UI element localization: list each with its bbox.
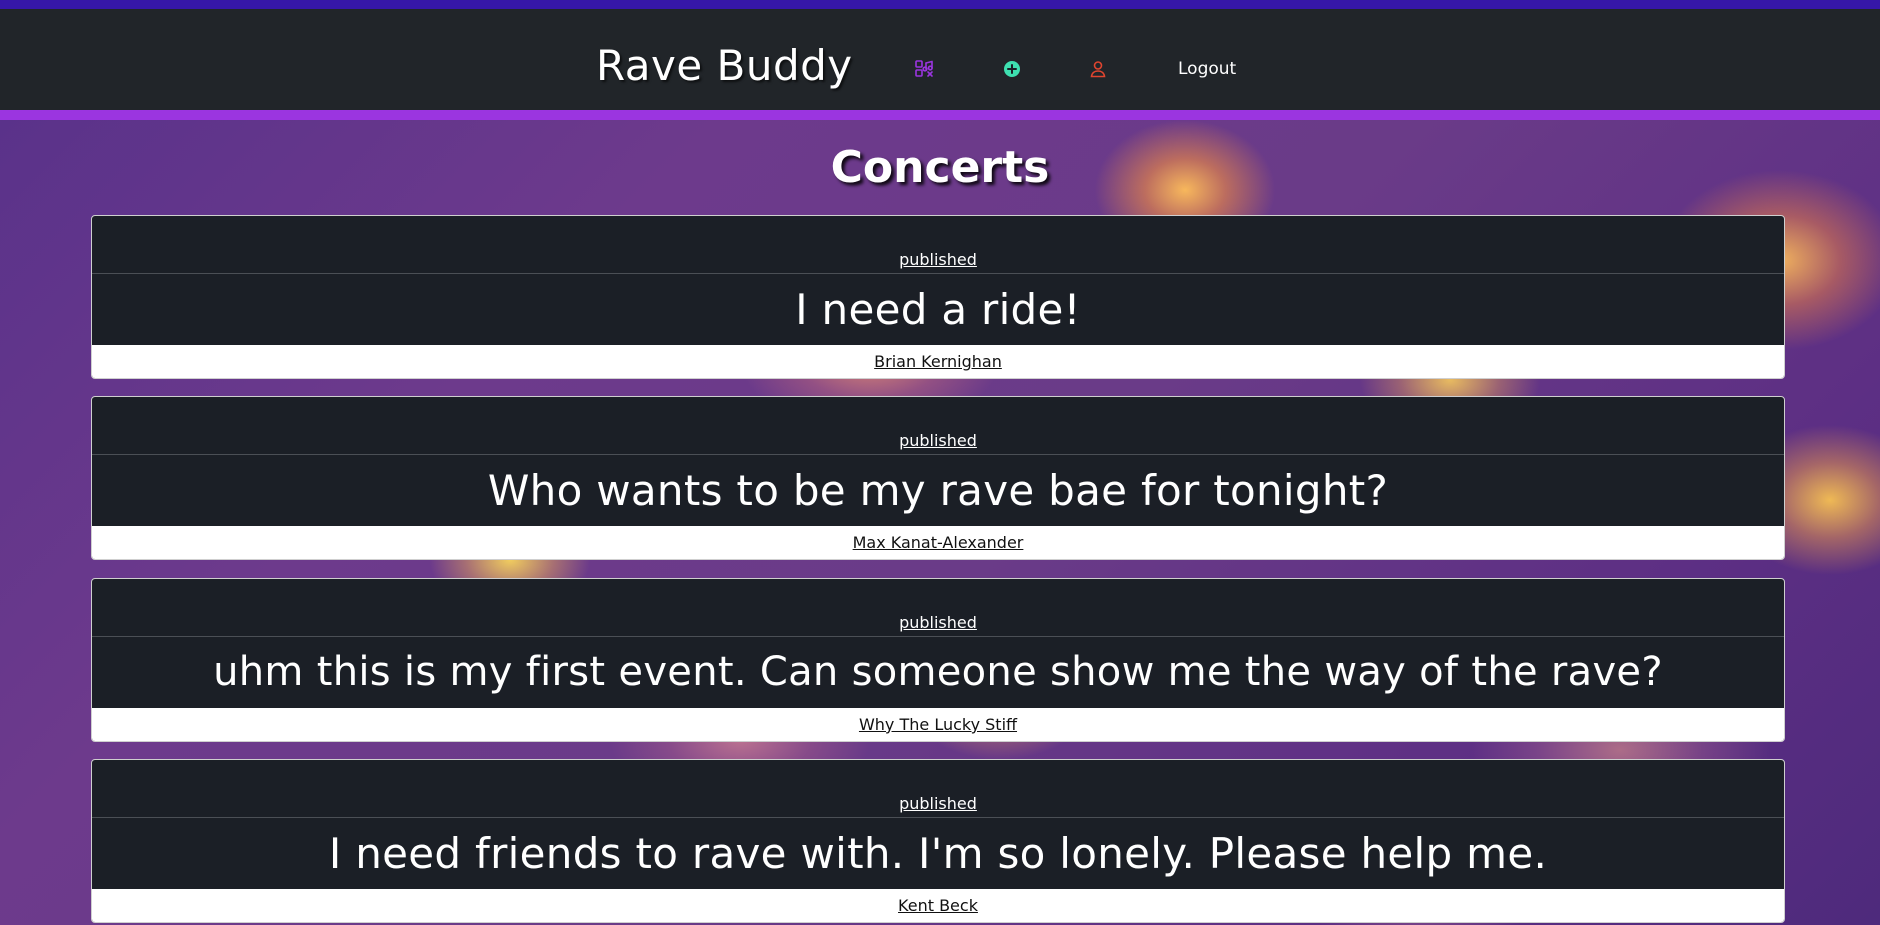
page-title: Concerts — [830, 142, 1050, 193]
card-header: published — [92, 579, 1784, 637]
card-header: published — [92, 216, 1784, 274]
card-footer: Why The Lucky Stiff — [92, 708, 1784, 741]
status-link[interactable]: published — [92, 431, 1784, 451]
post-card: published I need a ride! Brian Kernighan — [91, 215, 1785, 379]
brand-link[interactable]: Rave Buddy — [596, 31, 853, 101]
card-body: Who wants to be my rave bae for tonight? — [92, 455, 1784, 526]
top-accent-strip — [0, 0, 1880, 9]
post-title: I need a ride! — [795, 285, 1081, 334]
status-link[interactable]: published — [92, 794, 1784, 814]
author-link[interactable]: Kent Beck — [898, 896, 978, 915]
card-body: uhm this is my first event. Can someone … — [92, 637, 1784, 708]
author-link[interactable]: Why The Lucky Stiff — [859, 715, 1017, 734]
card-footer: Brian Kernighan — [92, 345, 1784, 378]
post-title: Who wants to be my rave bae for tonight? — [487, 466, 1389, 515]
post-card: published I need friends to rave with. I… — [91, 759, 1785, 923]
card-header: published — [92, 760, 1784, 818]
card-footer: Kent Beck — [92, 889, 1784, 922]
card-body: I need friends to rave with. I'm so lone… — [92, 818, 1784, 889]
music-icon[interactable] — [914, 59, 934, 79]
card-header: published — [92, 397, 1784, 455]
post-card: published Who wants to be my rave bae fo… — [91, 396, 1785, 560]
card-footer: Max Kanat-Alexander — [92, 526, 1784, 559]
author-link[interactable]: Brian Kernighan — [874, 352, 1002, 371]
plus-circle-icon[interactable] — [1002, 59, 1022, 79]
logout-link[interactable]: Logout — [1178, 57, 1236, 81]
navbar-bottom-border — [0, 110, 1880, 120]
status-link[interactable]: published — [92, 250, 1784, 270]
post-card: published uhm this is my first event. Ca… — [91, 578, 1785, 742]
post-title: uhm this is my first event. Can someone … — [213, 649, 1663, 695]
card-body: I need a ride! — [92, 274, 1784, 345]
post-title: I need friends to rave with. I'm so lone… — [328, 829, 1548, 878]
status-link[interactable]: published — [92, 613, 1784, 633]
author-link[interactable]: Max Kanat-Alexander — [853, 533, 1024, 552]
user-icon[interactable] — [1088, 59, 1108, 79]
navbar: Rave Buddy Logout — [0, 9, 1880, 110]
